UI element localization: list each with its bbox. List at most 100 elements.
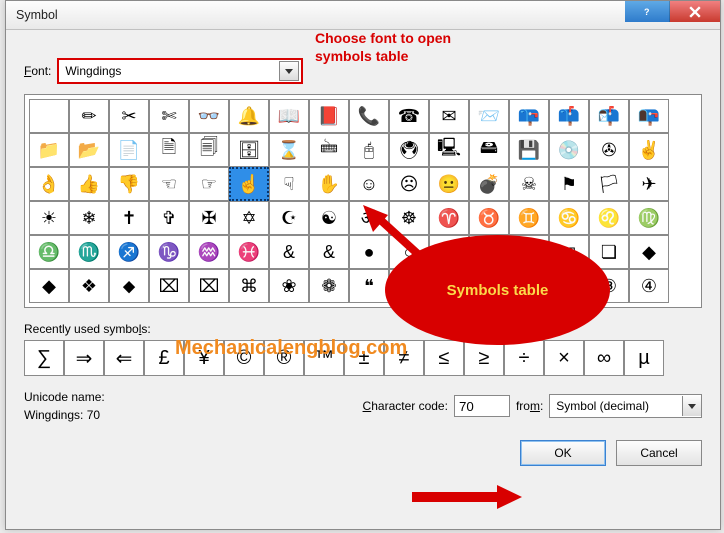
symbol-cell[interactable]: 😐: [429, 167, 469, 201]
symbol-cell[interactable]: 📫: [549, 99, 589, 133]
symbol-cell[interactable]: ♊: [509, 201, 549, 235]
symbol-cell[interactable]: □: [469, 235, 509, 269]
symbol-cell[interactable]: ✞: [149, 201, 189, 235]
symbol-cell[interactable]: 🖳: [429, 133, 469, 167]
symbol-cell[interactable]: 🖰: [349, 133, 389, 167]
symbol-cell[interactable]: ❀: [269, 269, 309, 303]
symbol-cell[interactable]: ②: [549, 269, 589, 303]
symbol-cell[interactable]: ♑: [149, 235, 189, 269]
symbol-cell[interactable]: 📨: [469, 99, 509, 133]
close-button[interactable]: [670, 1, 720, 22]
symbol-cell[interactable]: ❄: [69, 201, 109, 235]
symbol-cell[interactable]: ❏: [589, 235, 629, 269]
symbol-cell[interactable]: 🗎: [149, 133, 189, 167]
symbol-cell[interactable]: 👌: [29, 167, 69, 201]
symbol-cell[interactable]: ☎: [389, 99, 429, 133]
symbol-cell[interactable]: ☀: [29, 201, 69, 235]
symbol-cell[interactable]: ♍: [629, 201, 669, 235]
symbol-cell[interactable]: ❖: [69, 269, 109, 303]
symbol-cell[interactable]: ♓: [229, 235, 269, 269]
recent-symbol-cell[interactable]: ±: [344, 340, 384, 376]
symbol-cell[interactable]: ◻: [509, 235, 549, 269]
symbol-cell[interactable]: 👓: [189, 99, 229, 133]
symbol-cell[interactable]: 📕: [309, 99, 349, 133]
symbol-cell[interactable]: ⓪: [469, 269, 509, 303]
recent-symbol-cell[interactable]: ⇒: [64, 340, 104, 376]
symbol-cell[interactable]: ☺: [349, 167, 389, 201]
symbol-cell[interactable]: ♏: [69, 235, 109, 269]
recent-symbol-cell[interactable]: ™: [304, 340, 344, 376]
symbol-cell[interactable]: ✈: [629, 167, 669, 201]
recent-symbol-cell[interactable]: ÷: [504, 340, 544, 376]
symbol-cell[interactable]: ✡: [229, 201, 269, 235]
font-select[interactable]: Wingdings: [57, 58, 303, 84]
symbol-cell[interactable]: 📞: [349, 99, 389, 133]
symbol-cell[interactable]: 🗄: [229, 133, 269, 167]
symbol-cell[interactable]: ◆: [629, 235, 669, 269]
symbol-cell[interactable]: 🖴: [469, 133, 509, 167]
symbol-cell[interactable]: ◆: [29, 269, 69, 303]
symbol-cell[interactable]: 👍: [69, 167, 109, 201]
symbol-cell[interactable]: 🏳: [589, 167, 629, 201]
symbol-cell[interactable]: ❁: [309, 269, 349, 303]
recent-symbol-cell[interactable]: ≠: [384, 340, 424, 376]
symbol-cell[interactable]: ⌘: [229, 269, 269, 303]
symbol-cell[interactable]: 🖲: [389, 133, 429, 167]
recent-symbol-cell[interactable]: ≤: [424, 340, 464, 376]
symbol-cell[interactable]: ■: [429, 235, 469, 269]
symbol-cell[interactable]: 📄: [109, 133, 149, 167]
symbol-cell[interactable]: 👎: [109, 167, 149, 201]
char-code-input[interactable]: [454, 395, 510, 417]
symbol-cell[interactable]: ◻: [549, 235, 589, 269]
symbol-cell[interactable]: 🖮: [309, 133, 349, 167]
symbol-cell[interactable]: ☝: [229, 167, 269, 201]
symbol-cell[interactable]: 📂: [69, 133, 109, 167]
recent-symbol-cell[interactable]: ∑: [24, 340, 64, 376]
symbol-cell[interactable]: ⌧: [149, 269, 189, 303]
symbol-cell[interactable]: ♎: [29, 235, 69, 269]
recent-symbol-cell[interactable]: ⇐: [104, 340, 144, 376]
symbol-cell[interactable]: ☟: [269, 167, 309, 201]
from-select[interactable]: Symbol (decimal): [549, 394, 702, 418]
symbol-cell[interactable]: ✉: [429, 99, 469, 133]
symbol-cell[interactable]: ☯: [309, 201, 349, 235]
recent-symbol-cell[interactable]: ×: [544, 340, 584, 376]
recent-symbol-cell[interactable]: ¥: [184, 340, 224, 376]
symbol-cell[interactable]: ④: [629, 269, 669, 303]
recent-symbol-cell[interactable]: ∞: [584, 340, 624, 376]
symbol-cell[interactable]: ♈: [429, 201, 469, 235]
symbol-cell[interactable]: 📭: [629, 99, 669, 133]
recent-symbol-cell[interactable]: ≥: [464, 340, 504, 376]
symbol-cell[interactable]: ✋: [309, 167, 349, 201]
symbol-cell[interactable]: &: [269, 235, 309, 269]
symbol-cell[interactable]: [29, 99, 69, 133]
symbol-cell[interactable]: 📬: [589, 99, 629, 133]
symbol-cell[interactable]: 🔔: [229, 99, 269, 133]
symbol-cell[interactable]: ❞: [389, 269, 429, 303]
cancel-button[interactable]: Cancel: [616, 440, 702, 466]
ok-button[interactable]: OK: [520, 440, 606, 466]
symbol-cell[interactable]: 💿: [549, 133, 589, 167]
symbol-cell[interactable]: ☠: [509, 167, 549, 201]
symbol-cell[interactable]: 📪: [509, 99, 549, 133]
symbol-cell[interactable]: 🗐: [189, 133, 229, 167]
recent-symbol-cell[interactable]: £: [144, 340, 184, 376]
symbol-cell[interactable]: 📁: [29, 133, 69, 167]
symbol-cell[interactable]: ⌛: [269, 133, 309, 167]
symbol-cell[interactable]: ⬥: [109, 269, 149, 303]
symbol-cell[interactable]: ☸: [389, 201, 429, 235]
recent-symbol-cell[interactable]: ©: [224, 340, 264, 376]
symbol-cell[interactable]: ॐ: [349, 201, 389, 235]
symbol-cell[interactable]: ③: [589, 269, 629, 303]
symbol-cell[interactable]: 💾: [509, 133, 549, 167]
symbol-cell[interactable]: ♒: [189, 235, 229, 269]
symbol-cell[interactable]: ○: [389, 235, 429, 269]
symbol-cell[interactable]: ✠: [189, 201, 229, 235]
symbol-cell[interactable]: ♌: [589, 201, 629, 235]
symbol-cell[interactable]: ▯: [429, 269, 469, 303]
help-button[interactable]: ?: [625, 1, 670, 22]
symbol-cell[interactable]: ⌧: [189, 269, 229, 303]
symbol-cell[interactable]: ♋: [549, 201, 589, 235]
symbol-cell[interactable]: ✇: [589, 133, 629, 167]
symbol-cell[interactable]: ①: [509, 269, 549, 303]
